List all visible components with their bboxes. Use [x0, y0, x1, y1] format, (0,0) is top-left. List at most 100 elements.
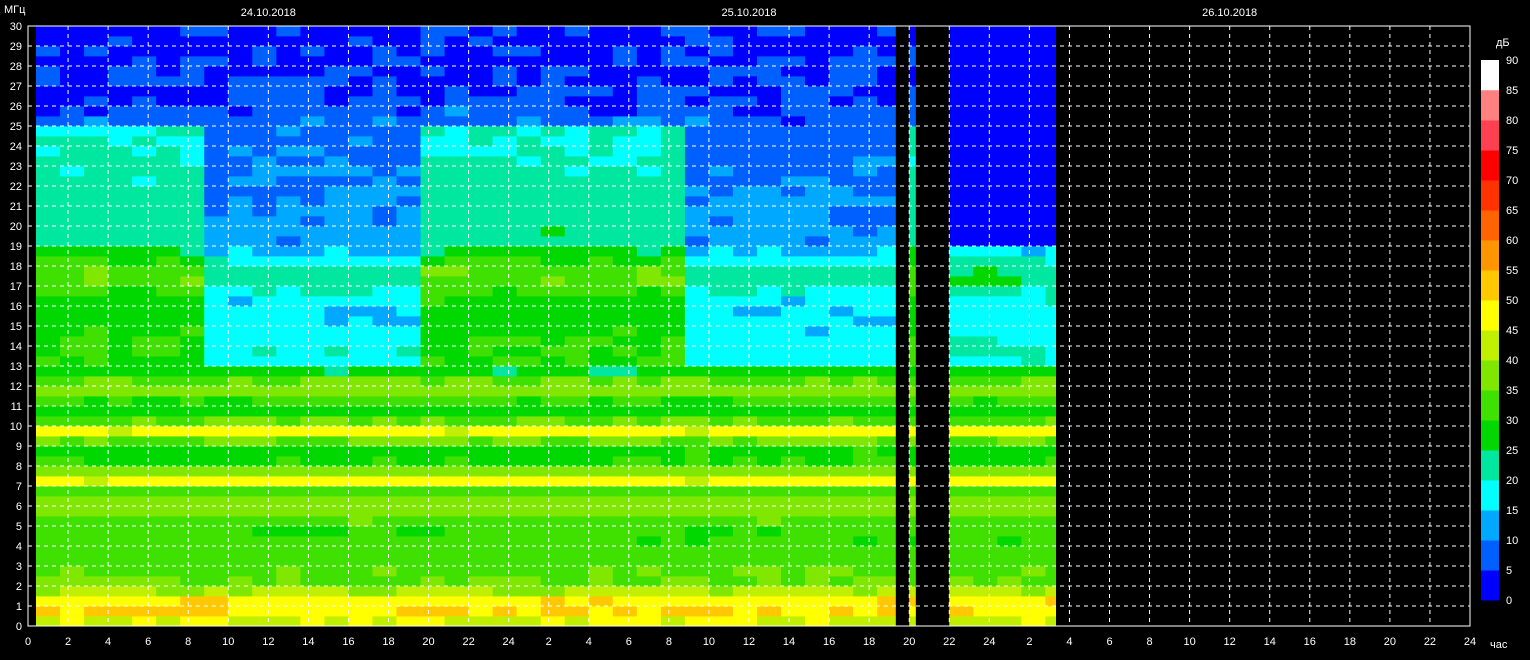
heatmap-cell	[444, 246, 470, 257]
heatmap-cell	[1021, 356, 1047, 367]
heatmap-cell	[132, 86, 157, 97]
heatmap-cell	[564, 536, 590, 547]
heatmap-cell	[132, 186, 157, 197]
heatmap-cell	[829, 206, 854, 217]
heatmap-cell	[757, 546, 782, 557]
heatmap-cell	[348, 306, 374, 317]
heatmap-cell	[180, 376, 205, 387]
heatmap-cell	[60, 116, 85, 127]
heatmap-cell	[492, 436, 518, 447]
heatmap-cell	[909, 316, 916, 327]
heatmap-cell	[732, 316, 758, 327]
heatmap-cell	[516, 276, 542, 287]
heatmap-cell	[492, 306, 518, 317]
heatmap-cell	[492, 606, 518, 617]
heatmap-cell	[564, 176, 590, 187]
heatmap-cell	[636, 526, 662, 537]
heatmap-cell	[588, 66, 614, 77]
heatmap-cell	[516, 286, 542, 297]
heatmap-cell	[757, 96, 782, 107]
heatmap-cell	[612, 76, 638, 87]
heatmap-cell	[396, 246, 422, 257]
heatmap-cell	[276, 336, 301, 347]
heatmap-cell	[300, 36, 326, 47]
heatmap-cell	[468, 116, 494, 127]
heatmap-cell	[708, 306, 734, 317]
heatmap-cell	[276, 126, 301, 137]
heatmap-cell	[252, 146, 277, 157]
heatmap-cell	[324, 266, 350, 277]
heatmap-cell	[909, 546, 916, 557]
colorbar-tick-label: 20	[1506, 475, 1518, 487]
heatmap-cell	[1045, 86, 1057, 97]
heatmap-cell	[949, 506, 974, 517]
heatmap-cell	[60, 446, 85, 457]
x-tick-label: 24	[983, 636, 995, 648]
heatmap-cell	[540, 316, 566, 327]
heatmap-cell	[276, 376, 301, 387]
heatmap-cell	[180, 186, 205, 197]
heatmap-cell	[949, 56, 974, 67]
heatmap-cell	[781, 56, 806, 67]
heatmap-cell	[60, 66, 85, 77]
heatmap-cell	[757, 66, 782, 77]
heatmap-cell	[853, 426, 878, 437]
heatmap-cell	[348, 336, 374, 347]
heatmap-cell	[973, 146, 998, 157]
heatmap-cell	[909, 76, 916, 87]
heatmap-cell	[108, 526, 133, 537]
heatmap-cell	[973, 116, 998, 127]
heatmap-cell	[204, 356, 229, 367]
heatmap-cell	[781, 426, 806, 437]
heatmap-cell	[757, 296, 782, 307]
heatmap-cell	[949, 186, 974, 197]
heatmap-cell	[420, 536, 446, 547]
heatmap-cell	[492, 616, 518, 627]
heatmap-cell	[180, 446, 205, 457]
heatmap-cell	[853, 106, 878, 117]
heatmap-cell	[757, 366, 782, 377]
heatmap-cell	[829, 496, 854, 507]
x-tick-label: 4	[1066, 636, 1072, 648]
heatmap-cell	[973, 586, 998, 597]
heatmap-cell	[348, 236, 374, 247]
heatmap-cell	[252, 196, 277, 207]
heatmap-cell	[204, 156, 229, 167]
heatmap-cell	[829, 276, 854, 287]
heatmap-cell	[276, 256, 301, 267]
heatmap-cell	[997, 356, 1022, 367]
heatmap-cell	[252, 316, 277, 327]
heatmap-cell	[468, 376, 494, 387]
heatmap-cell	[204, 496, 229, 507]
heatmap-cell	[660, 76, 686, 87]
heatmap-cell	[324, 126, 350, 137]
heatmap-cell	[973, 426, 998, 437]
heatmap-cell	[973, 246, 998, 257]
heatmap-cell	[612, 586, 638, 597]
heatmap-cell	[324, 206, 350, 217]
heatmap-cell	[84, 146, 109, 157]
heatmap-cell	[973, 436, 998, 447]
heatmap-cell	[909, 36, 916, 47]
heatmap-cell	[156, 386, 181, 397]
heatmap-cell	[636, 166, 662, 177]
heatmap-cell	[516, 366, 542, 377]
heatmap-cell	[612, 176, 638, 187]
heatmap-cell	[372, 466, 398, 477]
heatmap-cell	[228, 216, 253, 227]
heatmap-cell	[132, 616, 157, 627]
heatmap-cell	[829, 506, 854, 517]
heatmap-cell	[396, 136, 422, 147]
heatmap-cell	[228, 336, 253, 347]
heatmap-cell	[660, 216, 686, 227]
heatmap-cell	[612, 566, 638, 577]
heatmap-cell	[949, 116, 974, 127]
heatmap-cell	[348, 566, 374, 577]
heatmap-cell	[36, 196, 61, 207]
heatmap-cell	[36, 586, 61, 597]
heatmap-cell	[516, 576, 542, 587]
heatmap-cell	[564, 356, 590, 367]
heatmap-cell	[909, 576, 916, 587]
heatmap-cell	[396, 286, 422, 297]
heatmap-cell	[348, 266, 374, 277]
